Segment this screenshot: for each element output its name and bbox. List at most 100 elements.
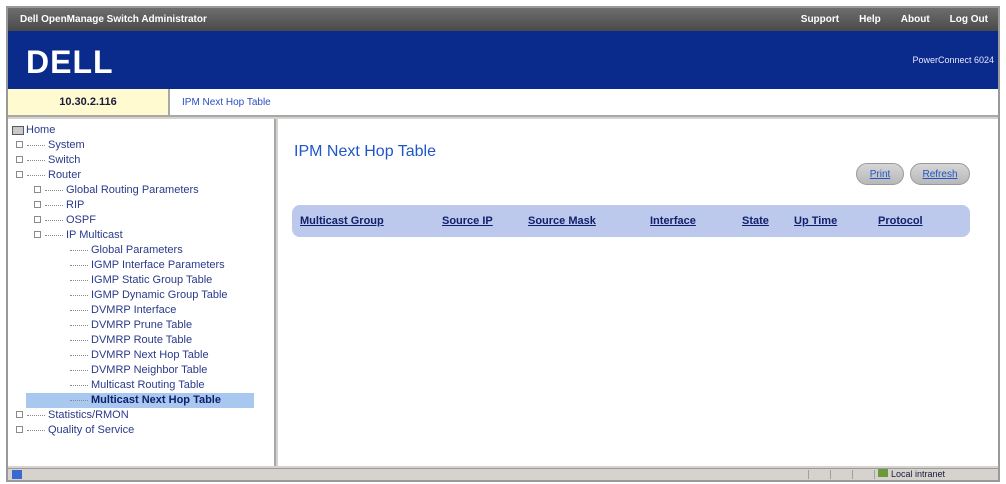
table-header: Multicast Group Source IP Source Mask In… xyxy=(292,205,970,237)
navigation-tree: Home System Switch Router Global Routing… xyxy=(8,119,276,466)
logout-link[interactable]: Log Out xyxy=(950,14,988,25)
tree-item-ip-multicast[interactable]: IP Multicast xyxy=(34,228,123,243)
tree-item-system[interactable]: System xyxy=(16,138,85,153)
tree-item-label: Statistics/RMON xyxy=(48,409,129,421)
tree-item-label: IGMP Dynamic Group Table xyxy=(91,289,228,301)
tree-item-label: DVMRP Prune Table xyxy=(91,319,193,331)
tree-item-label: DVMRP Next Hop Table xyxy=(91,349,209,361)
header-links: Support Help About Log Out xyxy=(801,14,998,25)
tree-item-label: Switch xyxy=(48,154,81,166)
tree-item-label: Multicast Next Hop Table xyxy=(91,394,221,406)
tree-item-label: Quality of Service xyxy=(48,424,135,436)
tree-branch-line xyxy=(70,369,88,371)
tree-branch-line xyxy=(45,234,63,236)
tree-branch-line xyxy=(70,309,88,311)
collapse-icon[interactable] xyxy=(16,170,23,178)
tree-branch-line xyxy=(70,249,88,251)
security-zone: Local intranet xyxy=(878,469,945,480)
support-link[interactable]: Support xyxy=(801,14,839,25)
column-header-up-time[interactable]: Up Time xyxy=(794,215,837,227)
column-header-interface[interactable]: Interface xyxy=(650,215,696,227)
tree-item-igmp-dynamic[interactable]: IGMP Dynamic Group Table xyxy=(70,288,228,303)
tree-item-rip[interactable]: RIP xyxy=(34,198,84,213)
tree-item-dvmrp-neighbor[interactable]: DVMRP Neighbor Table xyxy=(70,363,207,378)
tree-branch-line xyxy=(27,429,45,431)
expand-icon[interactable] xyxy=(16,155,23,163)
tree-item-dvmrp-next-hop[interactable]: DVMRP Next Hop Table xyxy=(70,348,209,363)
app-title-bar: Dell OpenManage Switch Administrator Sup… xyxy=(8,8,998,31)
tree-item-statistics[interactable]: Statistics/RMON xyxy=(16,408,129,423)
column-header-state[interactable]: State xyxy=(742,215,769,227)
expand-icon[interactable] xyxy=(34,215,41,223)
breadcrumb: IPM Next Hop Table xyxy=(170,89,998,117)
status-divider xyxy=(852,470,853,479)
column-header-source-mask[interactable]: Source Mask xyxy=(528,215,596,227)
about-link[interactable]: About xyxy=(901,14,930,25)
expand-icon[interactable] xyxy=(16,140,23,148)
tree-item-switch[interactable]: Switch xyxy=(16,153,80,168)
expand-icon[interactable] xyxy=(34,185,41,193)
tree-item-label: OSPF xyxy=(66,214,96,226)
tree-item-multicast-next-hop[interactable]: Multicast Next Hop Table xyxy=(26,393,254,408)
column-header-source-ip[interactable]: Source IP xyxy=(442,215,493,227)
tree-branch-line xyxy=(70,264,88,266)
tree-branch-line xyxy=(45,204,63,206)
tree-item-label: IGMP Static Group Table xyxy=(91,274,213,286)
breadcrumb-current[interactable]: IPM Next Hop Table xyxy=(182,97,271,108)
product-name: PowerConnect 6024 xyxy=(912,55,994,65)
expand-icon[interactable] xyxy=(16,410,23,418)
content-pane: IPM Next Hop Table Print Refresh Multica… xyxy=(278,119,998,466)
intranet-zone-icon xyxy=(878,469,888,477)
status-divider xyxy=(830,470,831,479)
column-header-protocol[interactable]: Protocol xyxy=(878,215,923,227)
print-button[interactable]: Print xyxy=(856,163,904,185)
tree-item-router[interactable]: Router xyxy=(16,168,81,183)
tree-item-label: RIP xyxy=(66,199,85,211)
status-bar: Local intranet xyxy=(8,468,998,480)
expand-icon[interactable] xyxy=(34,200,41,208)
page-status-icon xyxy=(12,470,22,479)
status-divider xyxy=(808,470,809,479)
tree-branch-line xyxy=(27,144,45,146)
tree-branch-line xyxy=(70,294,88,296)
refresh-button[interactable]: Refresh xyxy=(910,163,970,185)
tree-branch-line xyxy=(45,189,63,191)
tree-home[interactable]: Home xyxy=(12,123,55,138)
tree-item-global-parameters[interactable]: Global Parameters xyxy=(70,243,183,258)
tree-item-dvmrp-interface[interactable]: DVMRP Interface xyxy=(70,303,176,318)
tree-item-label: DVMRP Interface xyxy=(91,304,177,316)
tree-item-label: DVMRP Route Table xyxy=(91,334,193,346)
home-folder-icon xyxy=(12,125,24,135)
brand-banner: DELL PowerConnect 6024 xyxy=(8,31,998,89)
tree-item-label: Router xyxy=(48,169,82,181)
tree-branch-line xyxy=(27,174,45,176)
tree-item-dvmrp-route[interactable]: DVMRP Route Table xyxy=(70,333,192,348)
tree-branch-line xyxy=(27,414,45,416)
tree-item-igmp-static[interactable]: IGMP Static Group Table xyxy=(70,273,212,288)
tree-item-label: Global Parameters xyxy=(91,244,183,256)
tree-branch-line xyxy=(27,159,45,161)
tree-item-dvmrp-prune[interactable]: DVMRP Prune Table xyxy=(70,318,192,333)
tree-item-global-routing[interactable]: Global Routing Parameters xyxy=(34,183,199,198)
help-link[interactable]: Help xyxy=(859,14,881,25)
tree-branch-line xyxy=(70,339,88,341)
security-zone-label: Local intranet xyxy=(891,469,946,479)
tree-branch-line xyxy=(45,219,63,221)
tree-item-label: Global Routing Parameters xyxy=(66,184,199,196)
tree-item-qos[interactable]: Quality of Service xyxy=(16,423,134,438)
device-ip: 10.30.2.116 xyxy=(8,89,170,117)
collapse-icon[interactable] xyxy=(34,230,41,238)
tree-item-igmp-interface[interactable]: IGMP Interface Parameters xyxy=(70,258,225,273)
tree-item-label: IGMP Interface Parameters xyxy=(91,259,225,271)
tree-branch-line xyxy=(70,324,88,326)
tree-item-label: System xyxy=(48,139,85,151)
tree-item-ospf[interactable]: OSPF xyxy=(34,213,96,228)
dell-logo: DELL xyxy=(26,44,114,80)
tree-home-label: Home xyxy=(26,124,56,136)
expand-icon[interactable] xyxy=(16,425,23,433)
tree-branch-line xyxy=(70,384,88,386)
column-header-multicast-group[interactable]: Multicast Group xyxy=(300,215,384,227)
tree-branch-line xyxy=(70,354,88,356)
browser-window: Dell OpenManage Switch Administrator Sup… xyxy=(6,6,1000,482)
tree-item-multicast-routing[interactable]: Multicast Routing Table xyxy=(70,378,205,393)
